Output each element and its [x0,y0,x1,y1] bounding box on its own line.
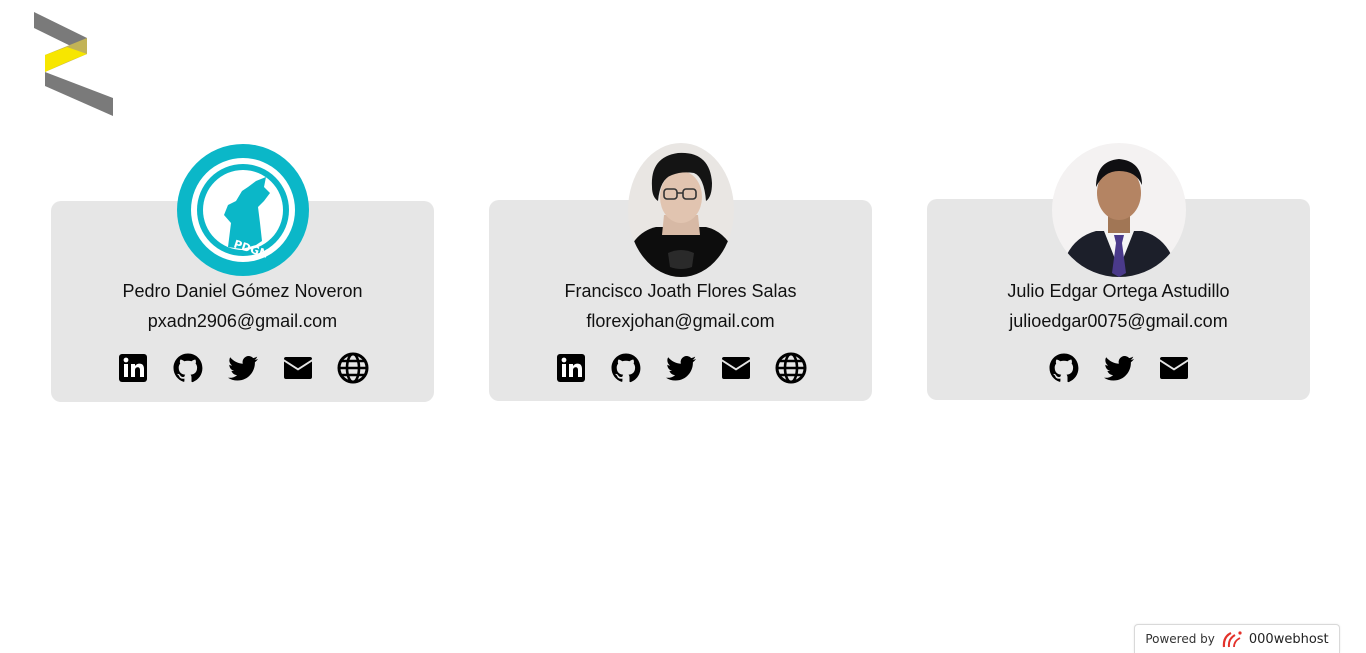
profile-photo [627,143,734,277]
team-section: PDGN Pedro Daniel Gómez Noveron pxadn290… [0,0,1366,420]
team-card: Julio Edgar Ortega Astudillo julioedgar0… [927,143,1310,400]
member-email: pxadn2906@gmail.com [147,311,338,331]
github-icon[interactable] [609,351,642,384]
social-links [51,351,434,384]
profile-photo [1051,143,1186,277]
member-name: Pedro Daniel Gómez Noveron [122,281,363,301]
team-card: Francisco Joath Flores Salas florexjohan… [489,143,872,401]
avatar [627,143,734,277]
globe-icon[interactable] [336,351,369,384]
powered-by-badge[interactable]: Powered by 000webhost [1134,624,1340,653]
github-icon[interactable] [171,351,204,384]
webhost-swirl-icon [1222,631,1242,648]
twitter-icon[interactable] [226,351,259,384]
page: PDGN Pedro Daniel Gómez Noveron pxadn290… [0,0,1366,653]
member-name: Julio Edgar Ortega Astudillo [1007,281,1230,301]
avatar: PDGN [176,143,310,277]
webhost-brand: 000webhost [1221,629,1329,649]
email-icon[interactable] [1157,351,1190,384]
webhost-brand-name: 000webhost [1248,631,1329,647]
team-card: PDGN Pedro Daniel Gómez Noveron pxadn290… [51,144,434,402]
linkedin-icon[interactable] [554,351,587,384]
email-icon[interactable] [281,351,314,384]
linkedin-icon[interactable] [116,351,149,384]
globe-icon[interactable] [774,351,807,384]
github-icon[interactable] [1047,351,1080,384]
member-email: julioedgar0075@gmail.com [1009,311,1228,331]
avatar [1051,143,1186,277]
member-name: Francisco Joath Flores Salas [564,281,797,301]
member-email: florexjohan@gmail.com [586,311,775,331]
email-icon[interactable] [719,351,752,384]
twitter-icon[interactable] [664,351,697,384]
pdgn-logo-avatar: PDGN [176,144,309,276]
social-links [489,351,872,384]
powered-by-label: Powered by [1145,632,1215,646]
social-links [927,351,1310,384]
twitter-icon[interactable] [1102,351,1135,384]
